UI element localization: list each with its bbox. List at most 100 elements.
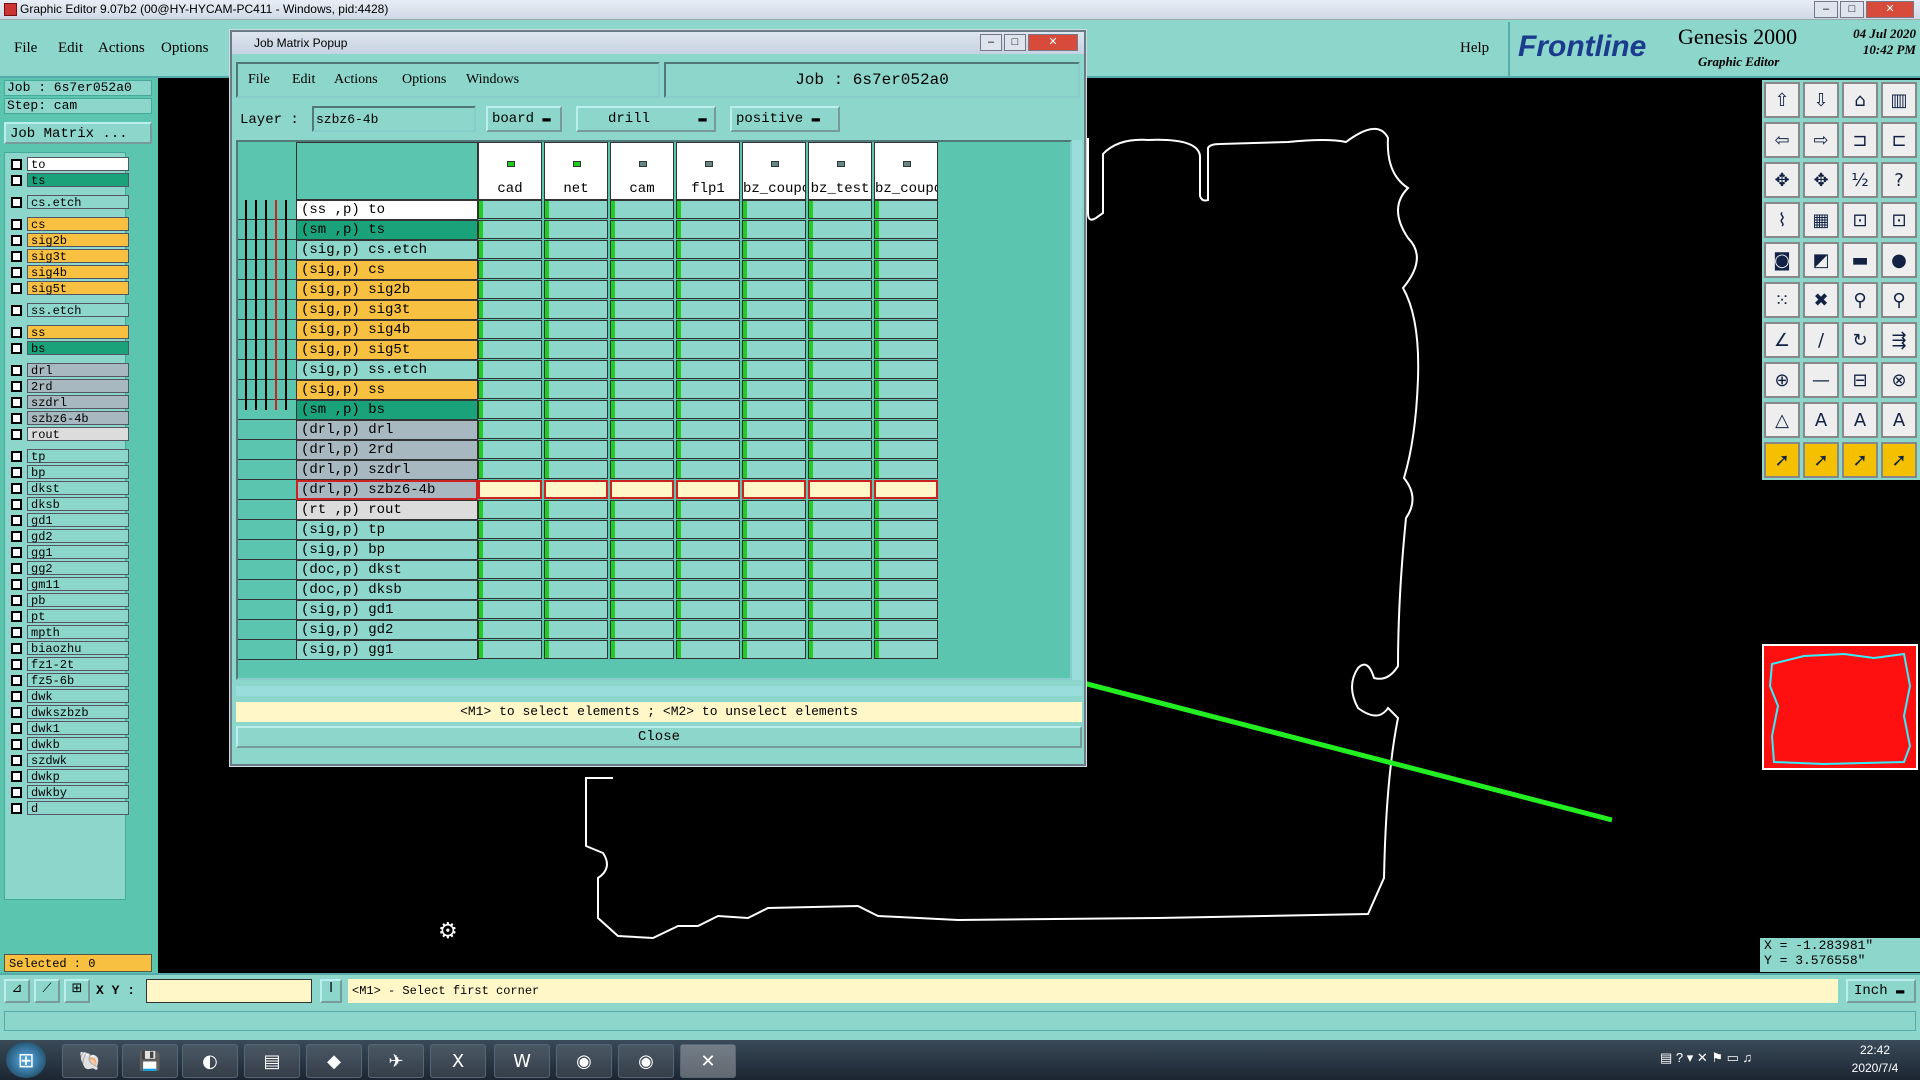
layer-checkbox[interactable]	[11, 196, 22, 208]
matrix-cell[interactable]	[544, 280, 608, 299]
matrix-cell[interactable]	[742, 440, 806, 459]
tool-button-icon[interactable]: ⚲	[1842, 282, 1878, 318]
clock-time[interactable]: 22:42	[1840, 1043, 1910, 1057]
matrix-cell[interactable]	[808, 420, 872, 439]
job-matrix-button[interactable]: Job Matrix ...	[4, 122, 152, 144]
matrix-cell[interactable]	[676, 400, 740, 419]
matrix-cell[interactable]	[676, 540, 740, 559]
layer-item[interactable]: bp	[11, 465, 129, 480]
tool-button-icon[interactable]: ⇦	[1764, 122, 1800, 158]
matrix-cell[interactable]	[808, 300, 872, 319]
units-dropdown[interactable]: Inch ▬	[1846, 979, 1916, 1003]
layer-checkbox[interactable]	[11, 722, 22, 734]
matrix-cell[interactable]	[676, 460, 740, 479]
matrix-cell[interactable]	[478, 420, 542, 439]
matrix-cell[interactable]	[874, 580, 938, 599]
layer-item[interactable]: sig3t	[11, 249, 129, 264]
matrix-row-label[interactable]: (sig,p) sig3t	[296, 300, 478, 320]
tool-button-icon[interactable]: ➚	[1803, 442, 1839, 478]
layer-item[interactable]: ss.etch	[11, 303, 129, 318]
matrix-row-label[interactable]: (sig,p) ss	[296, 380, 478, 400]
layer-item[interactable]: to	[11, 157, 129, 172]
layer-checkbox[interactable]	[11, 174, 22, 186]
matrix-cell[interactable]	[478, 480, 542, 499]
tool-button-icon[interactable]: ●	[1881, 242, 1917, 278]
matrix-cell[interactable]	[610, 240, 674, 259]
matrix-cell[interactable]	[610, 360, 674, 379]
matrix-cell[interactable]	[676, 560, 740, 579]
genesis-icon-2[interactable]: ◉	[618, 1044, 674, 1078]
matrix-cell[interactable]	[676, 580, 740, 599]
matrix-cell[interactable]	[874, 480, 938, 499]
matrix-cell[interactable]	[874, 620, 938, 639]
layer-checkbox[interactable]	[11, 342, 22, 354]
layer-checkbox[interactable]	[11, 396, 22, 408]
matrix-row-label[interactable]: (ss ,p) to	[296, 200, 478, 220]
matrix-cell[interactable]	[676, 480, 740, 499]
matrix-cell[interactable]	[742, 320, 806, 339]
tool-button-icon[interactable]: ▬	[1842, 242, 1878, 278]
popup-menu-edit[interactable]: Edit	[292, 72, 315, 88]
matrix-cell[interactable]	[544, 420, 608, 439]
layer-checkbox[interactable]	[11, 610, 22, 622]
tool-button-icon[interactable]: ➚	[1881, 442, 1917, 478]
layer-item[interactable]: ss	[11, 325, 129, 340]
matrix-cell[interactable]	[742, 280, 806, 299]
matrix-row-label[interactable]: (sig,p) cs	[296, 260, 478, 280]
matrix-column-header[interactable]: net	[544, 142, 608, 200]
menu-options[interactable]: Options	[161, 40, 209, 57]
matrix-cell[interactable]	[544, 380, 608, 399]
popup-close-button[interactable]: ✕	[1028, 34, 1078, 51]
layer-item[interactable]: 2rd	[11, 379, 129, 394]
matrix-cell[interactable]	[544, 460, 608, 479]
matrix-cell[interactable]	[874, 260, 938, 279]
matrix-cell[interactable]	[610, 460, 674, 479]
matrix-cell[interactable]	[676, 520, 740, 539]
matrix-row-label[interactable]: (doc,p) dksb	[296, 580, 478, 600]
tool-button-icon[interactable]: ▦	[1803, 202, 1839, 238]
matrix-cell[interactable]	[544, 200, 608, 219]
matrix-cell[interactable]	[742, 380, 806, 399]
layer-item[interactable]: gg2	[11, 561, 129, 576]
matrix-cell[interactable]	[742, 460, 806, 479]
layer-item[interactable]: dwkp	[11, 769, 129, 784]
layer-checkbox[interactable]	[11, 282, 22, 294]
layer-item[interactable]: szdwk	[11, 753, 129, 768]
matrix-cell[interactable]	[478, 300, 542, 319]
layer-item[interactable]: pt	[11, 609, 129, 624]
matrix-row-label[interactable]: (sig,p) gd1	[296, 600, 478, 620]
tool-button-icon[interactable]: ∠	[1764, 322, 1800, 358]
matrix-row-label[interactable]: (sig,p) gg1	[296, 640, 478, 660]
layer-item[interactable]: sig5t	[11, 281, 129, 296]
matrix-cell[interactable]	[808, 460, 872, 479]
layer-item[interactable]: rout	[11, 427, 129, 442]
matrix-cell[interactable]	[610, 540, 674, 559]
matrix-cell[interactable]	[742, 260, 806, 279]
matrix-cell[interactable]	[478, 440, 542, 459]
matrix-cell[interactable]	[874, 340, 938, 359]
matrix-cell[interactable]	[544, 260, 608, 279]
matrix-cell[interactable]	[544, 480, 608, 499]
measure-icon[interactable]: ⟋	[34, 979, 60, 1003]
popup-menu-actions[interactable]: Actions	[334, 72, 378, 88]
layer-checkbox[interactable]	[11, 498, 22, 510]
context-dropdown[interactable]: board ▬	[486, 106, 562, 132]
layer-checkbox[interactable]	[11, 364, 22, 376]
tool-button-icon[interactable]: ◙	[1764, 242, 1800, 278]
layer-checkbox[interactable]	[11, 250, 22, 262]
matrix-column-header[interactable]: bz_coupon	[742, 142, 806, 200]
layer-item[interactable]: gm11	[11, 577, 129, 592]
matrix-cell[interactable]	[544, 500, 608, 519]
matrix-cell[interactable]	[478, 460, 542, 479]
layer-checkbox[interactable]	[11, 466, 22, 478]
tool-button-icon[interactable]: ⊏	[1881, 122, 1917, 158]
tool-button-icon[interactable]: ?	[1881, 162, 1917, 198]
matrix-row-label[interactable]: (sig,p) ss.etch	[296, 360, 478, 380]
matrix-cell[interactable]	[610, 500, 674, 519]
matrix-cell[interactable]	[742, 580, 806, 599]
matrix-cell[interactable]	[478, 240, 542, 259]
layer-item[interactable]: sig2b	[11, 233, 129, 248]
matrix-cell[interactable]	[544, 440, 608, 459]
matrix-row-label[interactable]: (drl,p) szbz6-4b	[296, 480, 478, 500]
matrix-cell[interactable]	[544, 220, 608, 239]
